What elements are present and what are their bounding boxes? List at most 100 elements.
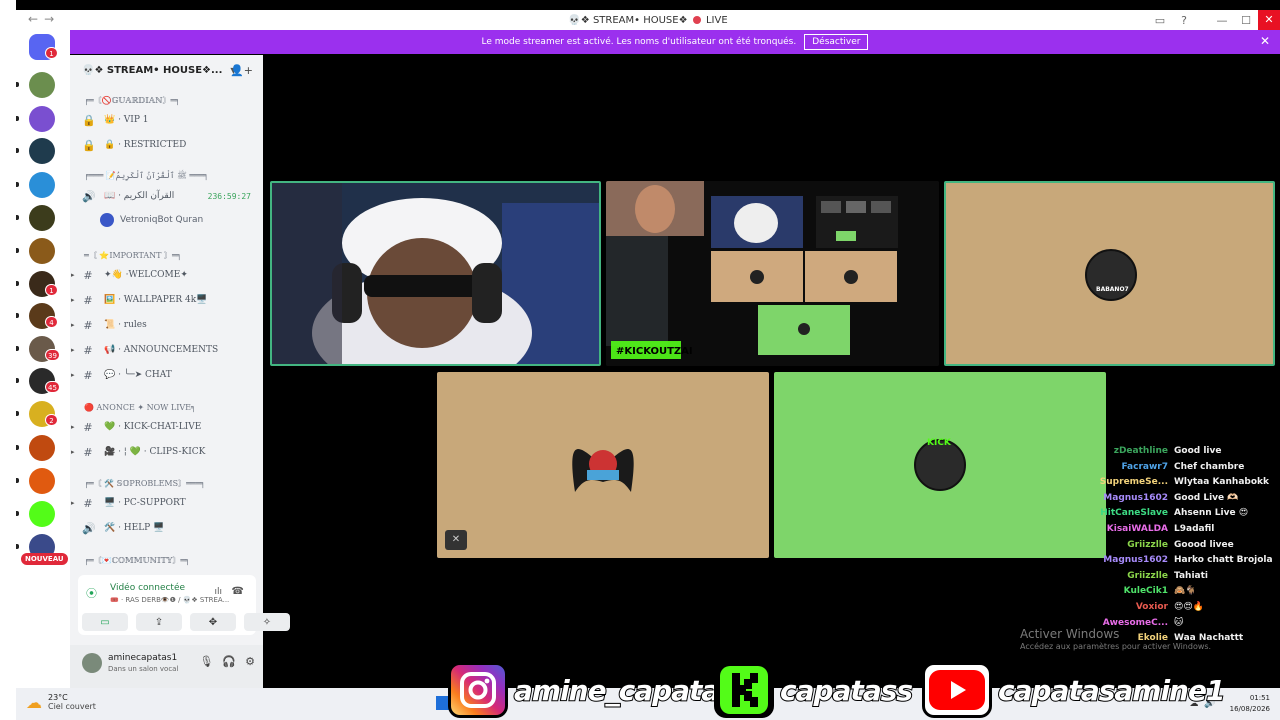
server-icon[interactable] — [29, 172, 55, 198]
chat-username: HitCaneSlave — [1100, 508, 1168, 519]
channel-category[interactable]: ═〘 ⭐IMPORTANT 〙═╕ — [70, 246, 263, 264]
chat-text: L9adafil — [1174, 524, 1215, 534]
category-label: ╒═〘🚫𝔾𝕌𝔸ℝ𝔻𝕀𝔸ℕ〙═╕ — [84, 95, 181, 105]
channel-label: 📖 · القرآن الكريم — [104, 191, 175, 201]
server-header[interactable]: 💀❖ STREAM• HOUSE❖... ▼ — [82, 65, 237, 76]
unread-indicator — [16, 478, 19, 483]
signal-icon[interactable]: ⦿ — [86, 585, 97, 601]
chevron-right-icon: ▸ — [71, 346, 75, 354]
chat-username: KuleCik1 — [1123, 586, 1168, 597]
voice-channel[interactable]: 🔊 🛠️ · HELP 🖥️ — [70, 519, 263, 537]
server-icon[interactable] — [29, 238, 55, 264]
streamer-mode-banner: Le mode streamer est activé. Les noms d'… — [70, 30, 1280, 54]
noise-suppression-icon[interactable]: ılı — [214, 587, 222, 597]
chat-username: SupremeSe... — [1099, 477, 1168, 488]
voice-channel[interactable]: 🔊 📖 · القرآن الكريم 236:59:27 — [70, 187, 263, 205]
server-icon[interactable] — [29, 501, 55, 527]
unread-badge: 39 — [45, 349, 60, 361]
channel-category[interactable]: ╒═〘🚫𝔾𝕌𝔸ℝ𝔻𝕀𝔸ℕ〙═╕ — [70, 91, 263, 109]
server-icon[interactable] — [29, 138, 55, 164]
video-tile-screenshare[interactable]: #KICKOUTZAI — [606, 181, 939, 366]
text-channel[interactable]: ▸ # 📢 · ANNOUNCEMENTS — [70, 341, 263, 359]
channel-label: ✦👋 ·WELCOME✦ — [104, 270, 188, 280]
activities-button[interactable]: ✥ — [190, 613, 236, 631]
cloud-icon: ☁ — [26, 693, 42, 712]
category-label: 🔴 ANONCE ✦ NOW LIVE╕ — [84, 402, 196, 412]
server-icon[interactable] — [29, 106, 55, 132]
text-channel[interactable]: ▸ # 💚 · KICK-CHAT-LIVE — [70, 418, 263, 436]
unread-indicator — [16, 445, 19, 450]
disable-streamer-mode-button[interactable]: Désactiver — [804, 34, 869, 50]
text-channel[interactable]: ▸ # 🎥 · ¦ 💚 · CLIPS-KICK — [70, 443, 263, 461]
server-rail: 1 1 4 39 45 2 NOUVEAU — [16, 30, 70, 688]
camera-button[interactable]: ▭ — [82, 613, 128, 631]
close-button[interactable]: ✕ — [1258, 10, 1280, 30]
channel-category[interactable]: ╒═〘 🛠️ 𝕊𝕆PROBLEMS〙═══╕ — [70, 474, 263, 492]
hash-icon: # — [83, 420, 93, 434]
video-tile-avatar-2[interactable]: ✕ — [437, 372, 769, 558]
banner-close-icon[interactable]: ✕ — [1260, 34, 1270, 48]
social-handle-instagram: amine_capatas — [448, 660, 737, 720]
hash-icon: # — [83, 368, 93, 382]
text-channel[interactable]: ▸ # 💬 · ╰─➤ CHAT — [70, 366, 263, 384]
channel-category[interactable]: ╒═══ 📝ﷺ ٱلْقُرْآنُ ٱلْكَرِيمُ ═══╕ — [70, 167, 263, 185]
channel-category[interactable]: ╒═〘💌ℂ𝕆𝕄𝕄𝕌ℕ𝕀𝕋𝕐〙═╕ — [70, 551, 263, 569]
channel-label: 🖼️ · WALLPAPER 4k🖥️ — [104, 295, 208, 305]
server-icon[interactable] — [29, 435, 55, 461]
microphone-icon[interactable]: 🎙 — [199, 655, 213, 668]
avatar-label: BABANO7 — [1096, 286, 1129, 293]
muted-icon[interactable]: ✕ — [445, 530, 467, 550]
maximize-button[interactable]: ☐ — [1234, 14, 1258, 27]
window-title: 💀❖ STREAM• HOUSE❖ LIVE — [16, 15, 1280, 26]
unread-badge: 1 — [45, 284, 58, 296]
weather-widget[interactable]: ☁ 23°C Ciel couvert — [26, 693, 96, 713]
channel-category[interactable]: 🔴 ANONCE ✦ NOW LIVE╕ — [70, 398, 263, 416]
video-tile-streamer[interactable] — [270, 181, 601, 366]
chat-text: Chef chambre — [1174, 461, 1245, 472]
banner-text: Le mode streamer est activé. Les noms d'… — [481, 37, 797, 47]
weather-condition: Ciel couvert — [48, 702, 96, 711]
text-channel[interactable]: ▸ # 🖥️ · PC-SUPPORT — [70, 494, 263, 512]
inbox-icon[interactable]: ▭ — [1148, 14, 1172, 27]
avatar[interactable] — [82, 653, 102, 673]
server-icon[interactable] — [29, 468, 55, 494]
video-tile-avatar-1[interactable]: BABANO7 — [944, 181, 1275, 366]
chevron-right-icon: ▸ — [71, 296, 75, 304]
screen-share-button[interactable]: ⇪ — [136, 613, 182, 631]
chat-message: Magnus1602 Harko chatt Brojola — [1100, 555, 1280, 570]
unread-badge: 1 — [45, 47, 58, 59]
category-label: ╒═〘💌ℂ𝕆𝕄𝕄𝕌ℕ𝕀𝕋𝕐〙═╕ — [84, 555, 190, 565]
username[interactable]: aminecapatas1 — [108, 653, 177, 663]
title-bar: ←→ 💀❖ STREAM• HOUSE❖ LIVE ▭ ? — ☐ ✕ — [16, 10, 1280, 30]
minimize-button[interactable]: — — [1210, 14, 1234, 27]
text-channel[interactable]: ▸ # 🖼️ · WALLPAPER 4k🖥️ — [70, 291, 263, 309]
text-channel[interactable]: ▸ # ✦👋 ·WELCOME✦ — [70, 266, 263, 284]
unread-badge: 2 — [45, 414, 58, 426]
channel-label: 📢 · ANNOUNCEMENTS — [104, 345, 219, 355]
app-root: ←→ 💀❖ STREAM• HOUSE❖ LIVE ▭ ? — ☐ ✕ Le m… — [0, 0, 1280, 720]
locked-channel[interactable]: 🔒 🔒 · RESTRICTED — [70, 136, 263, 154]
chat-username: Magnus1602 — [1103, 492, 1168, 503]
help-icon[interactable]: ? — [1172, 14, 1196, 27]
locked-channel[interactable]: 🔒 👑 · VIP 1 — [70, 111, 263, 129]
voice-status[interactable]: Vidéo connectée — [110, 583, 185, 593]
clock[interactable]: 01:51 16/08/2026 — [1230, 693, 1270, 715]
unread-badge: 4 — [45, 316, 58, 328]
video-tile-avatar-3[interactable]: KICK — [774, 372, 1106, 558]
soundboard-button[interactable]: ✧ — [244, 613, 290, 631]
server-icon[interactable] — [29, 72, 55, 98]
unread-badge: 45 — [45, 381, 60, 393]
text-channel[interactable]: ▸ # 📜 · rules — [70, 316, 263, 334]
unread-indicator — [16, 544, 19, 549]
voice-member-name: VetroniqBot Quran — [120, 215, 204, 225]
invite-user-icon[interactable]: 👤+ — [230, 64, 253, 77]
server-icon[interactable] — [29, 205, 55, 231]
headset-icon[interactable]: 🎧 — [222, 655, 236, 668]
social-handle-youtube: capatasamine1 — [922, 660, 1226, 720]
unread-indicator — [16, 313, 19, 318]
settings-gear-icon[interactable]: ⚙ — [245, 655, 255, 668]
disconnect-icon[interactable]: ☎ — [232, 586, 244, 597]
youtube-handle: capatasamine1 — [997, 673, 1226, 708]
voice-member[interactable]: VetroniqBot Quran — [100, 213, 203, 227]
chat-username: Magnus1602 — [1103, 555, 1168, 566]
